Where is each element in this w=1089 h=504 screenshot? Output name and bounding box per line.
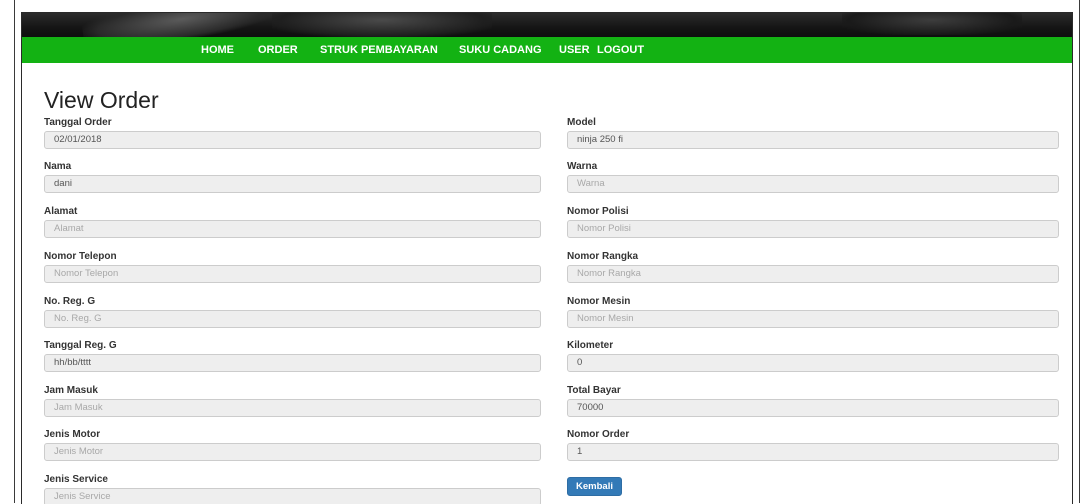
label-nomor-rangka: Nomor Rangka <box>567 251 639 262</box>
window-left-border <box>14 0 15 503</box>
label-no-reg-g: No. Reg. G <box>44 296 96 307</box>
label-kilometer: Kilometer <box>567 340 614 351</box>
nav-home[interactable]: HOME <box>201 37 234 63</box>
jam-masuk-field[interactable]: Jam Masuk <box>44 399 541 417</box>
label-total-bayar: Total Bayar <box>567 385 621 396</box>
jenis-service-field[interactable]: Jenis Service <box>44 488 541 504</box>
main-navbar: HOME ORDER STRUK PEMBAYARAN SUKU CADANG … <box>22 37 1072 63</box>
label-jam-masuk: Jam Masuk <box>44 385 98 396</box>
nomor-telepon-field[interactable]: Nomor Telepon <box>44 265 541 283</box>
jenis-motor-field[interactable]: Jenis Motor <box>44 443 541 461</box>
warna-field[interactable]: Warna <box>567 175 1059 193</box>
page-title: View Order <box>44 87 159 113</box>
label-alamat: Alamat <box>44 206 78 217</box>
nomor-polisi-field[interactable]: Nomor Polisi <box>567 220 1059 238</box>
nomor-rangka-field[interactable]: Nomor Rangka <box>567 265 1059 283</box>
window-right-border <box>1079 0 1080 503</box>
header-banner-image <box>22 13 1072 37</box>
kembali-button[interactable]: Kembali <box>567 477 622 496</box>
label-warna: Warna <box>567 161 598 172</box>
total-bayar-field[interactable]: 70000 <box>567 399 1059 417</box>
main-content: View Order Tanggal Order 02/01/2018 Nama… <box>22 63 1072 504</box>
label-nomor-telepon: Nomor Telepon <box>44 251 117 262</box>
nama-field[interactable]: dani <box>44 175 541 193</box>
label-nomor-polisi: Nomor Polisi <box>567 206 629 217</box>
alamat-field[interactable]: Alamat <box>44 220 541 238</box>
nav-user[interactable]: USER <box>559 37 590 63</box>
model-field[interactable]: ninja 250 fi <box>567 131 1059 149</box>
no-reg-g-field[interactable]: No. Reg. G <box>44 310 541 328</box>
nav-order[interactable]: ORDER <box>258 37 298 63</box>
nav-logout[interactable]: LOGOUT <box>597 37 644 63</box>
label-nomor-order: Nomor Order <box>567 429 630 440</box>
tanggal-order-field[interactable]: 02/01/2018 <box>44 131 541 149</box>
nav-suku-cadang[interactable]: SUKU CADANG <box>459 37 542 63</box>
nomor-order-field[interactable]: 1 <box>567 443 1059 461</box>
nomor-mesin-field[interactable]: Nomor Mesin <box>567 310 1059 328</box>
label-nomor-mesin: Nomor Mesin <box>567 296 631 307</box>
label-model: Model <box>567 117 596 128</box>
kilometer-field[interactable]: 0 <box>567 354 1059 372</box>
nav-struk-pembayaran[interactable]: STRUK PEMBAYARAN <box>320 37 438 63</box>
label-jenis-service: Jenis Service <box>44 474 108 485</box>
tanggal-reg-g-field[interactable]: hh/bb/tttt <box>44 354 541 372</box>
label-tanggal-reg-g: Tanggal Reg. G <box>44 340 117 351</box>
label-nama: Nama <box>44 161 72 172</box>
label-tanggal-order: Tanggal Order <box>44 117 112 128</box>
page-frame: HOME ORDER STRUK PEMBAYARAN SUKU CADANG … <box>21 12 1073 504</box>
label-jenis-motor: Jenis Motor <box>44 429 101 440</box>
